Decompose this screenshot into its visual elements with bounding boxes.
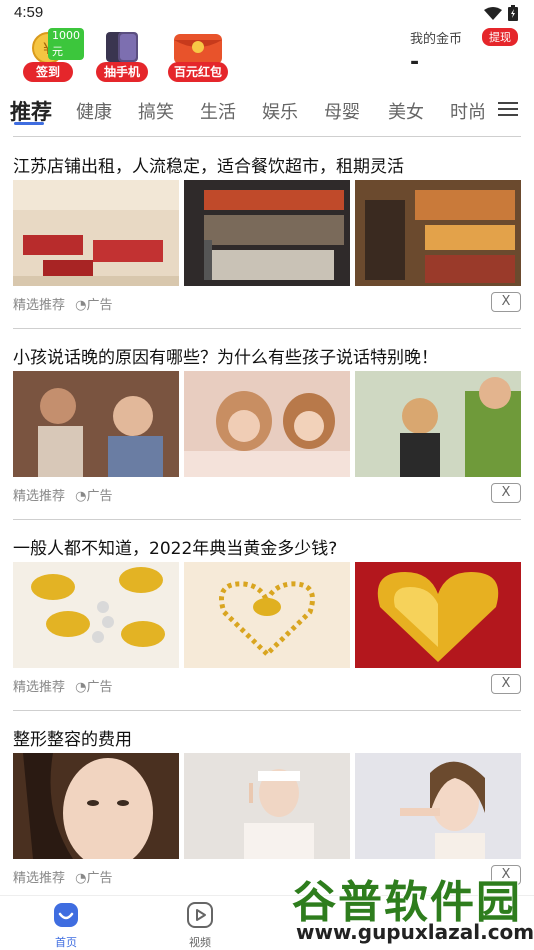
menu-icon[interactable] xyxy=(498,100,518,122)
close-button[interactable]: X xyxy=(491,483,521,503)
nav-home-label: 首页 xyxy=(55,936,77,949)
phone-icon xyxy=(106,32,138,62)
card-meta: 精选推荐 ◔广告 xyxy=(13,294,113,313)
feed-card[interactable]: 一般人都不知道，2022年典当黄金多少钱? 精选推荐 ◔广告 X xyxy=(13,534,521,714)
card-image xyxy=(13,371,179,477)
tab-indicator xyxy=(14,122,44,125)
tab-life[interactable]: 生活 xyxy=(200,98,236,124)
divider xyxy=(13,136,521,137)
home-icon xyxy=(54,903,78,927)
card-title: 整形整容的费用 xyxy=(13,730,132,750)
checkin-label: 签到 xyxy=(23,62,73,82)
card-images xyxy=(13,562,521,668)
tab-fashion[interactable]: 时尚 xyxy=(450,98,486,124)
card-image xyxy=(355,562,521,668)
feed-card[interactable]: 江苏店铺出租，人流稳定，适合餐饮超市，租期灵活 精选推荐 ◔广告 X xyxy=(13,152,521,332)
ad-icon: ◔ xyxy=(75,871,87,886)
tab-entertainment[interactable]: 娱乐 xyxy=(262,98,298,124)
ad-label: 广告 xyxy=(86,298,113,313)
card-source: 精选推荐 xyxy=(13,680,66,695)
card-meta: 精选推荐 ◔广告 xyxy=(13,867,113,886)
card-images xyxy=(13,371,521,477)
checkin-button[interactable]: ¥ 1000元 签到 xyxy=(20,28,84,84)
divider xyxy=(13,710,521,711)
card-image xyxy=(184,371,350,477)
tab-mother-baby[interactable]: 母婴 xyxy=(324,98,360,124)
watermark-url: www.gupuxlazal.com xyxy=(295,920,534,945)
card-source: 精选推荐 xyxy=(13,298,66,313)
withdraw-button[interactable]: 提现 xyxy=(482,28,518,46)
coins-title: 我的金币 xyxy=(410,32,463,47)
feed-card[interactable]: 小孩说话晚的原因有哪些？为什么有些孩子说话特别晚！ 精选推荐 ◔广告 X xyxy=(13,343,521,523)
card-image xyxy=(355,371,521,477)
close-button[interactable]: X xyxy=(491,292,521,312)
nav-video-label: 视频 xyxy=(189,936,211,949)
card-images xyxy=(13,753,521,859)
divider xyxy=(13,328,521,329)
card-image xyxy=(355,180,521,286)
promo-bar: ¥ 1000元 签到 抽手机 百元红包 我的金币 提现 - xyxy=(0,28,534,88)
card-title: 江苏店铺出租，人流稳定，适合餐饮超市，租期灵活 xyxy=(13,157,404,177)
card-image xyxy=(13,753,179,859)
redpacket-button[interactable]: 百元红包 xyxy=(166,28,230,84)
card-images xyxy=(13,180,521,286)
card-source: 精选推荐 xyxy=(13,871,66,886)
card-source: 精选推荐 xyxy=(13,489,66,504)
my-coins: 我的金币 提现 - xyxy=(410,28,520,84)
ad-icon: ◔ xyxy=(75,680,87,695)
nav-home[interactable]: 首页 xyxy=(36,902,96,950)
ad-label: 广告 xyxy=(86,489,113,504)
category-tabs: 推荐 健康 搞笑 生活 娱乐 母婴 美女 时尚 xyxy=(0,92,534,132)
battery-icon xyxy=(508,5,518,25)
status-bar: 4:59 xyxy=(0,0,534,28)
card-meta: 精选推荐 ◔广告 xyxy=(13,485,113,504)
ad-icon: ◔ xyxy=(75,298,87,313)
card-image xyxy=(13,562,179,668)
card-title: 一般人都不知道，2022年典当黄金多少钱? xyxy=(13,539,338,559)
checkin-badge: 1000元 xyxy=(48,28,84,60)
tab-funny[interactable]: 搞笑 xyxy=(138,98,174,124)
wifi-icon xyxy=(484,6,502,25)
ad-label: 广告 xyxy=(86,680,113,695)
video-icon xyxy=(187,902,213,928)
tab-beauty[interactable]: 美女 xyxy=(388,98,424,124)
ad-icon: ◔ xyxy=(75,489,87,504)
status-time: 4:59 xyxy=(14,4,44,21)
watermark: 谷普软件园 www.gupuxlazal.com xyxy=(291,866,534,946)
redpacket-label: 百元红包 xyxy=(168,62,228,82)
red-envelope-icon xyxy=(174,34,222,64)
card-image xyxy=(184,753,350,859)
card-image xyxy=(13,180,179,286)
close-button[interactable]: X xyxy=(491,674,521,694)
divider xyxy=(13,519,521,520)
app-screen: 4:59 ¥ 1000元 签到 抽手机 xyxy=(0,0,534,950)
card-image xyxy=(355,753,521,859)
lottery-label: 抽手机 xyxy=(96,62,148,82)
card-title: 小孩说话晚的原因有哪些？为什么有些孩子说话特别晚！ xyxy=(13,348,438,368)
card-meta: 精选推荐 ◔广告 xyxy=(13,676,113,695)
tab-health[interactable]: 健康 xyxy=(76,98,112,124)
ad-label: 广告 xyxy=(86,871,113,886)
coins-value: - xyxy=(410,50,420,75)
card-image xyxy=(184,562,350,668)
nav-video[interactable]: 视频 xyxy=(170,902,230,950)
card-image xyxy=(184,180,350,286)
lottery-button[interactable]: 抽手机 xyxy=(94,28,150,84)
